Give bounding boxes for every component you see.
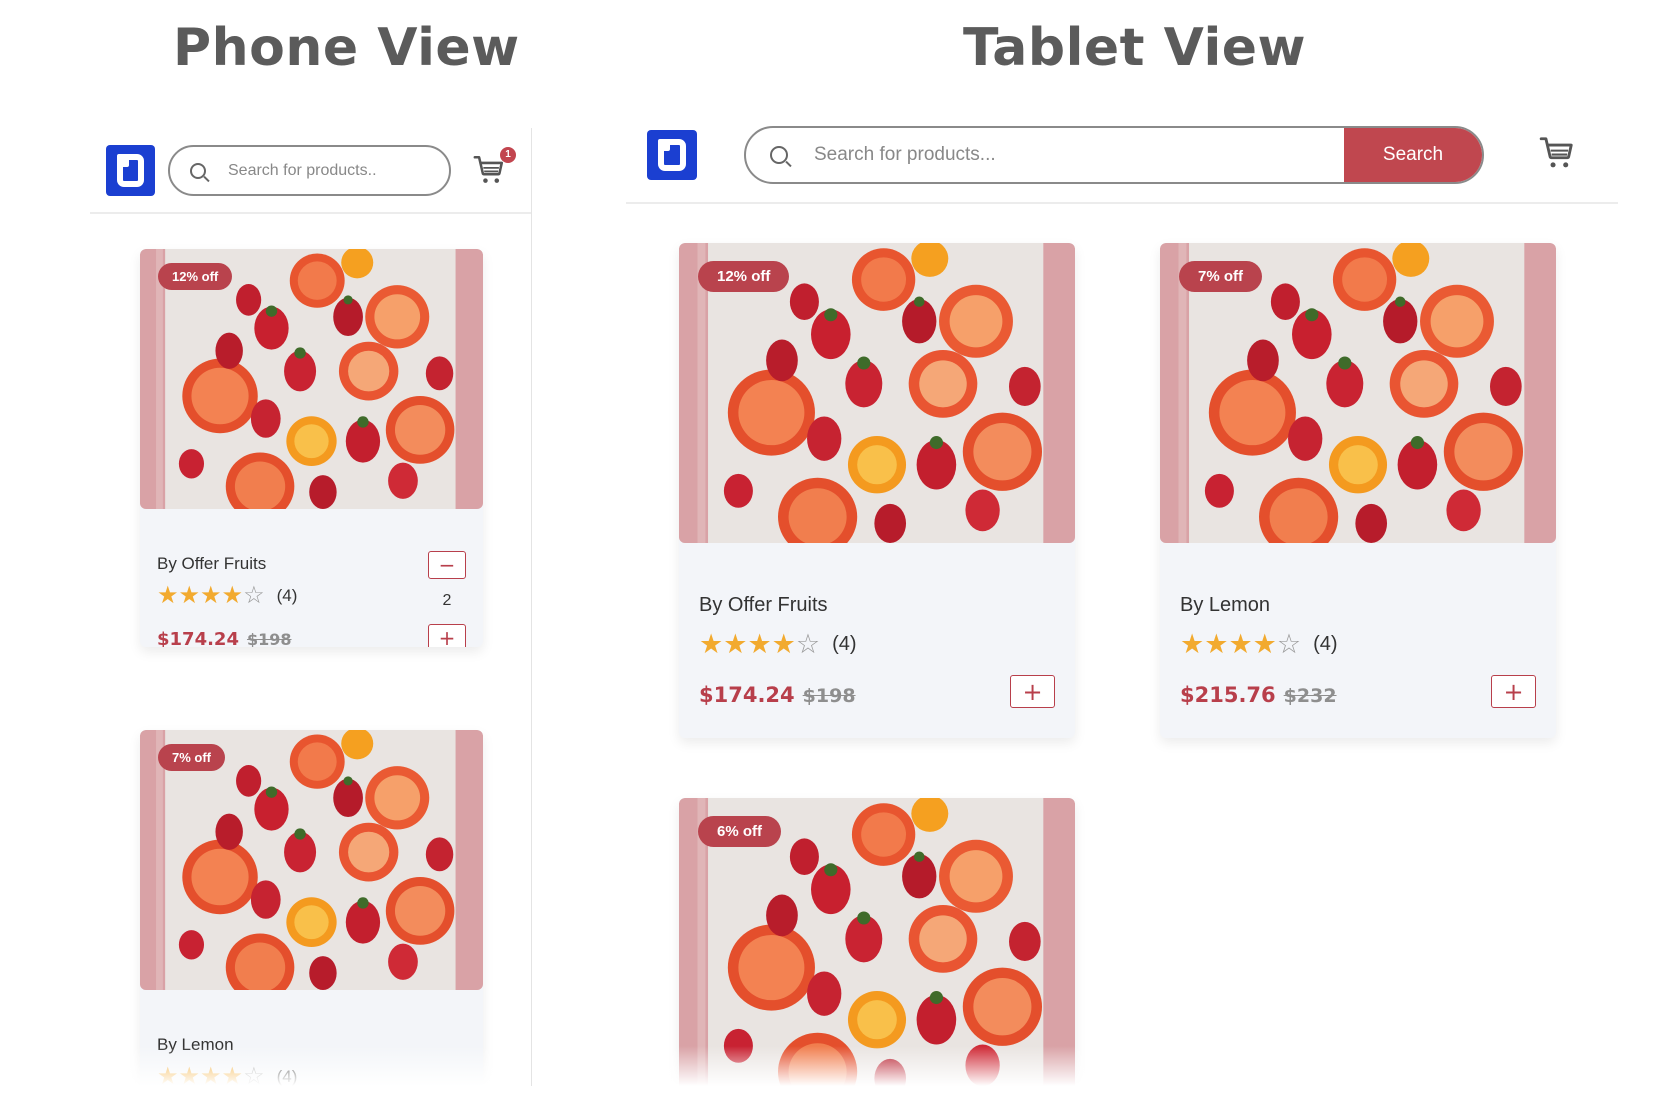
star-icon: ★ (771, 629, 796, 659)
rating-stars: ★ ★ ★ ★ ☆ (4) (1180, 631, 1338, 658)
star-icon: ★ (1180, 629, 1205, 659)
phone-search-bar[interactable] (168, 145, 451, 196)
product-card[interactable]: 7% off By Lemon ★ ★ ★ ★ ☆ (4) (140, 730, 483, 1086)
rating-stars: ★ ★ ★ ★ ☆ (4) (157, 584, 297, 608)
star-outline-icon: ☆ (1276, 629, 1302, 659)
quantity-value: 2 (442, 592, 452, 609)
product-card[interactable]: 12% off By Offer Fruits ★ ★ ★ ★ ☆ (4) $174.2… (679, 243, 1075, 738)
rating-stars: ★ ★ ★ ★ ☆ (4) (157, 1063, 298, 1087)
original-price: $232 (1283, 685, 1337, 707)
phone-view: 1 12% off By Offer Fruits ★★★★☆ (4) $174… (90, 128, 532, 1086)
decrease-quantity-button[interactable]: − (428, 551, 466, 579)
product-brand: By Lemon (157, 1035, 234, 1054)
search-input[interactable] (228, 161, 438, 180)
add-to-cart-button[interactable]: + (1491, 675, 1536, 708)
tablet-view: Search 12% off By Offer Fruits ★★★★☆ (4)… (626, 118, 1618, 1086)
phone-view-title: Phone View (173, 18, 520, 78)
original-price: $198 (802, 685, 856, 707)
phone-header: 1 (90, 128, 531, 214)
star-outline-icon: ☆ (243, 582, 265, 609)
product-brand: By Lemon (1180, 594, 1271, 616)
add-to-cart-button[interactable]: + (1010, 675, 1055, 708)
star-icon: ★ (1204, 629, 1229, 659)
search-input[interactable] (814, 144, 1334, 166)
rating-count: (4) (276, 1067, 298, 1086)
product-price: $215.76 $232 (1180, 683, 1337, 707)
rating-count: (4) (1313, 633, 1338, 655)
star-icon: ★ (747, 629, 772, 659)
star-icon: ★ (221, 582, 244, 609)
star-icon: ★ (200, 1063, 222, 1087)
star-icon: ★ (178, 1063, 201, 1087)
star-icon: ★ (1252, 629, 1277, 659)
search-icon (770, 146, 788, 164)
sale-price: $174.24 (699, 683, 795, 707)
discount-badge: 6% off (698, 816, 781, 847)
star-icon: ★ (200, 582, 222, 609)
sale-price: $215.76 (1180, 683, 1276, 707)
star-icon: ★ (723, 629, 748, 659)
cart-count-badge: 1 (500, 147, 516, 163)
discount-badge: 12% off (698, 261, 790, 292)
star-icon: ★ (1228, 629, 1253, 659)
search-icon (190, 162, 206, 179)
product-brand: By Offer Fruits (699, 594, 828, 616)
increase-quantity-button[interactable]: + (428, 624, 466, 647)
discount-badge: 7% off (1179, 261, 1262, 292)
sale-price: $174.24 (157, 629, 239, 647)
rating-stars: ★ ★ ★ ★ ☆ (4) (699, 631, 857, 658)
tablet-header: Search (626, 118, 1618, 204)
product-card[interactable]: 7% off By Lemon ★ ★ ★ ★ ☆ (4) $215.76 $232 + (1160, 243, 1556, 738)
star-icon: ★ (157, 582, 179, 609)
original-price: $198 (246, 630, 292, 647)
product-card[interactable]: 6% off (679, 798, 1075, 1086)
discount-badge: 12% off (158, 263, 233, 290)
product-card[interactable]: 12% off By Offer Fruits ★ ★ ★ ★ ☆ (4) $174.2… (140, 249, 483, 647)
tablet-search-bar[interactable]: Search (744, 126, 1484, 184)
rating-count: (4) (832, 633, 857, 655)
star-icon: ★ (221, 1063, 244, 1087)
tablet-view-title: Tablet View (963, 18, 1307, 78)
brand-logo[interactable] (647, 130, 697, 180)
star-icon: ★ (157, 1063, 179, 1087)
star-icon: ★ (178, 582, 201, 609)
product-price: $174.24 $198 (157, 629, 292, 647)
product-price: $174.24 $198 (699, 683, 856, 707)
star-outline-icon: ☆ (243, 1063, 265, 1087)
cart-icon[interactable] (1538, 134, 1576, 172)
discount-badge: 7% off (158, 744, 225, 771)
star-icon: ★ (699, 629, 724, 659)
star-outline-icon: ☆ (795, 629, 821, 659)
product-brand: By Offer Fruits (157, 554, 267, 573)
rating-count: (4) (276, 586, 298, 605)
brand-logo[interactable] (106, 145, 155, 196)
search-button[interactable]: Search (1344, 128, 1482, 182)
